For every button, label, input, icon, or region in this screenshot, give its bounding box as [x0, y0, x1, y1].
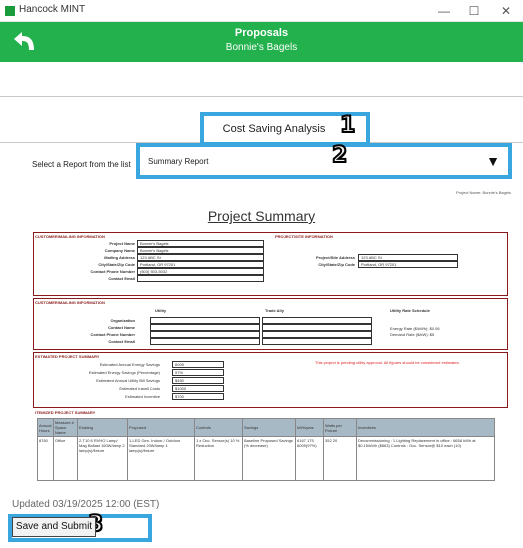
estimate-label: Estimated Annual Utility Bill Savings — [96, 378, 160, 383]
estimate-label: Estimated Incentive — [125, 394, 160, 399]
field-label: Contact Phone Number — [90, 269, 135, 274]
page-title: Proposals — [234, 27, 289, 39]
trade-ally-cell — [262, 331, 372, 338]
column-header: Measure # Space Name — [53, 418, 78, 437]
document-title: Project Summary — [207, 208, 316, 224]
report-select-label: Select a Report from the list — [32, 160, 131, 169]
step-marker-1: 1 — [339, 112, 356, 139]
estimated-heading: ESTIMATED PROJECT SUMMARY — [35, 354, 100, 359]
column-header: Incentives — [356, 418, 495, 437]
energy-rate-text: Energy Rate ($/kWh): $0.06 — [390, 326, 440, 331]
column-header: Watts per Fixture — [323, 418, 357, 437]
table-cell: 6167 175 6009(97%) — [295, 436, 324, 481]
field-label: Company Name — [104, 248, 135, 253]
field-value: 123 ABC St — [358, 254, 458, 261]
dropdown-arrow-icon[interactable]: ▼ — [486, 153, 500, 169]
table-cell: 8760 — [37, 436, 54, 481]
field-value: Bonnie's Bagels — [137, 240, 264, 247]
estimate-label: Estimated Annual Energy Savings — [99, 362, 160, 367]
utility-cell — [150, 331, 260, 338]
itemized-heading: ITEMIZED PROJECT SUMMARY — [35, 410, 96, 415]
maximize-button[interactable]: ☐ — [460, 2, 488, 20]
customer-heading: CUSTOMER/MAILING INFORMATION — [35, 234, 105, 239]
column-header: Annual Hours — [37, 418, 54, 437]
table-cell: 1-LED Gen. Indoor / Outdoor Standard 20W… — [127, 436, 195, 481]
report-select-dropdown[interactable]: Summary Report ▼ 2 — [136, 142, 512, 179]
table-cell: Office — [53, 436, 78, 481]
estimate-value: $700 — [172, 393, 224, 400]
field-value: Portland, OR 97201 — [358, 261, 458, 268]
table-cell: Baseline Proposed Savings (% decrease) — [242, 436, 296, 481]
contact-row-label: Organization — [110, 318, 135, 323]
estimate-value: 6009 — [172, 361, 224, 368]
column-header: Savings — [242, 418, 296, 437]
column-header: Controls — [194, 418, 243, 437]
utility-cell — [150, 324, 260, 331]
pending-approval-note: This project is pending utility approval… — [315, 360, 460, 365]
field-value: (503) 503-5032 — [137, 268, 264, 275]
window-titlebar: Hancock MINT — ☐ ✕ — [0, 0, 523, 22]
trade-ally-column-header: Trade Ally — [265, 308, 284, 313]
divider — [0, 96, 523, 97]
rate-schedule-header: Utility Rate Schedule — [390, 308, 430, 313]
cost-saving-analysis-callout: Cost Saving Analysis 1 — [200, 112, 370, 146]
contact-row-label: Contact Name — [108, 325, 135, 330]
field-label: Project Name — [109, 241, 135, 246]
app-header: Proposals Bonnie's Bagels — [0, 22, 523, 62]
last-updated-text: Updated 03/19/2025 12:00 (EST) — [12, 499, 160, 510]
utility-column-header: Utility — [155, 308, 167, 313]
contact-row-label: Contact Email — [108, 339, 135, 344]
page-subtitle: Bonnie's Bagels — [225, 42, 298, 53]
trade-ally-cell — [262, 338, 372, 345]
trade-ally-cell — [262, 317, 372, 324]
report-select-value: Summary Report — [148, 157, 209, 166]
trade-ally-cell — [262, 324, 372, 331]
table-cell: 352 20 — [323, 436, 357, 481]
close-button[interactable]: ✕ — [492, 2, 520, 20]
step-marker-2: 2 — [331, 142, 348, 169]
contacts-heading: CUSTOMER/MAILING INFORMATION — [35, 300, 105, 305]
window-title: Hancock MINT — [19, 4, 86, 15]
estimate-label: Estimated Energy Savings (Percentage) — [88, 370, 160, 375]
estimate-value: 97% — [172, 369, 224, 376]
contact-row-label: Contact Phone Number — [90, 332, 135, 337]
field-value: 123 ABC St — [137, 254, 264, 261]
field-value — [137, 275, 264, 282]
table-row: 8760 Office 2-T10 6 RVHO Lamp/ Mag Balla… — [37, 436, 495, 481]
table-cell: Decommissioning : 1 Lighting Replacement… — [356, 436, 495, 481]
app-icon — [5, 6, 15, 16]
field-value: Bonnie's Bagels — [137, 247, 264, 254]
field-label: Contact Email — [108, 276, 135, 281]
field-label: City/State/Zip Code — [318, 262, 355, 267]
field-label: Project/Site Address — [316, 255, 355, 260]
table-cell: 1 x Occ. Sensor(s) 10 % Reduction — [194, 436, 243, 481]
utility-cell — [150, 338, 260, 345]
column-header: Proposed — [127, 418, 195, 437]
table-cell: 2-T10 6 RVHO Lamp/ Mag Ballast 160W/lamp… — [77, 436, 128, 481]
site-heading: PROJECT/SITE INFORMATION — [275, 234, 333, 239]
demand-rate-text: Demand Rate ($/kW): $5 — [390, 332, 435, 337]
analysis-title: Cost Saving Analysis — [222, 123, 326, 135]
column-header: kWh/year — [295, 418, 324, 437]
estimate-value: $1000 — [172, 385, 224, 392]
project-name-line: Project Name: Bonnie's Bagels — [455, 190, 511, 195]
estimate-value: $450 — [172, 377, 224, 384]
utility-cell — [150, 317, 260, 324]
estimate-label: Estimated Install Costs — [119, 386, 160, 391]
minimize-button[interactable]: — — [430, 2, 458, 20]
field-label: Mailing Address — [104, 255, 135, 260]
field-label: City/State/Zip Code — [98, 262, 135, 267]
itemized-table: Annual Hours Measure # Space Name Existi… — [37, 418, 495, 481]
column-header: Existing — [77, 418, 128, 437]
save-and-submit-button[interactable]: Save and Submit — [12, 517, 96, 537]
field-value: Portland, OR 97201 — [137, 261, 264, 268]
table-header-row: Annual Hours Measure # Space Name Existi… — [37, 418, 495, 437]
